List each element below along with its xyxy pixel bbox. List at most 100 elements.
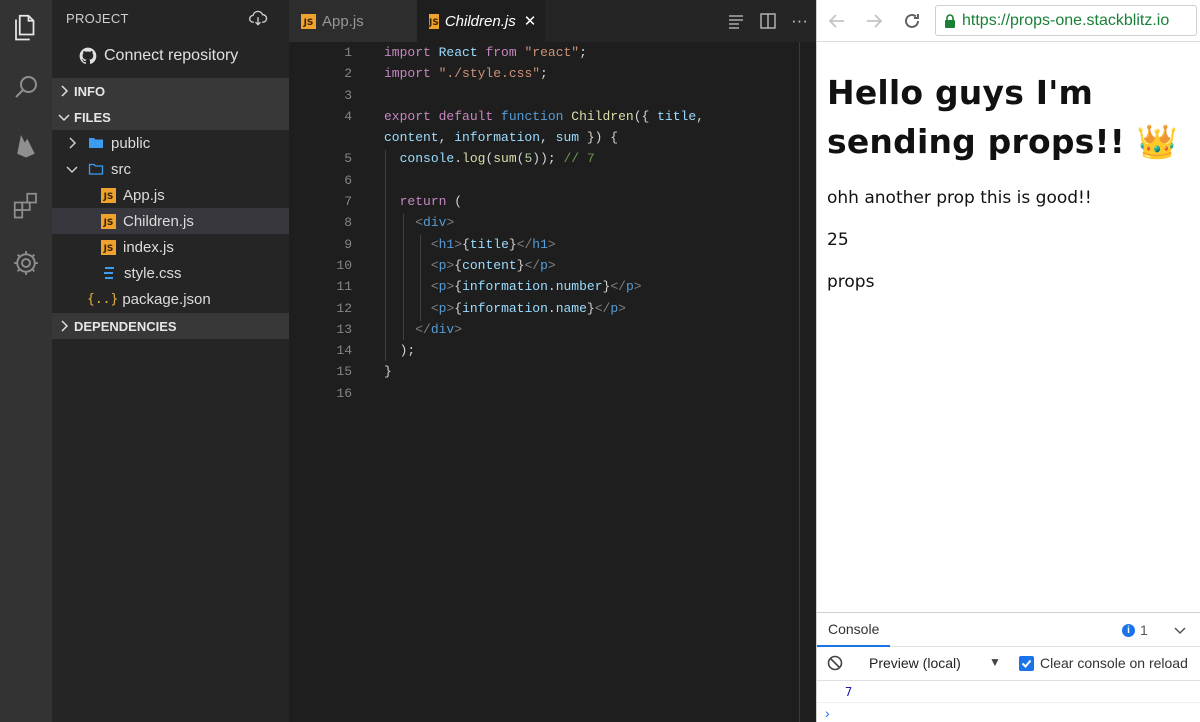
split-editor-icon[interactable] — [759, 12, 777, 30]
settings-gear-icon[interactable] — [0, 240, 52, 286]
collapse-console-icon[interactable] — [1172, 622, 1188, 643]
code-line: 10 <p>{content}</p> — [289, 255, 816, 276]
tree-item-label: public — [111, 134, 151, 152]
url-host: props-one.stackblitz.io — [1010, 11, 1170, 29]
context-selector[interactable]: Preview (local) — [869, 655, 961, 671]
reload-icon[interactable] — [900, 9, 924, 33]
code-line: 7 return ( — [289, 191, 816, 212]
code-line: 11 <p>{information.number}</p> — [289, 276, 816, 297]
tree-item-index-js[interactable]: JS index.js — [52, 234, 289, 260]
sidebar: PROJECT Connect repository INFO FILES pu… — [52, 0, 289, 722]
clear-on-reload-checkbox[interactable]: Clear console on reload — [1019, 655, 1188, 671]
tree-item-app-js[interactable]: JS App.js — [52, 182, 289, 208]
code-line-text: <p>{content}</p> — [430, 257, 556, 273]
connect-repository-label: Connect repository — [104, 47, 239, 64]
editor-scrollbar[interactable] — [799, 42, 800, 722]
code-line: 16 — [289, 383, 816, 404]
message-count[interactable]: i 1 — [1122, 622, 1148, 638]
tab-label: App.js — [322, 12, 364, 30]
js-file-icon: JS — [101, 213, 116, 229]
code-line-text: import "./style.css"; — [384, 66, 548, 82]
clear-console-icon[interactable] — [827, 655, 843, 676]
tree-item-style-css[interactable]: style.css — [52, 260, 289, 286]
code-line: 5 console.log(sum(5)); // 7 — [289, 148, 816, 169]
line-number: 5 — [344, 151, 352, 167]
tree-item-package-json[interactable]: {..} package.json — [52, 286, 289, 312]
github-icon — [79, 47, 97, 64]
code-line-text: <h1>{title}</h1> — [430, 236, 556, 252]
code-line: 12 <p>{information.name}</p> — [289, 298, 816, 319]
section-info-label: INFO — [74, 83, 106, 99]
code-editor: JS App.js JS Children.js ✕ ··· 1 import R… — [289, 0, 816, 722]
tree-item-children-js[interactable]: JS Children.js — [52, 208, 289, 234]
tab-app-js[interactable]: JS App.js — [289, 0, 417, 42]
context-dropdown-icon[interactable]: ▼ — [989, 655, 1001, 669]
code-line-text: } — [384, 364, 392, 380]
extensions-icon[interactable] — [0, 182, 52, 228]
section-info[interactable]: INFO — [52, 78, 289, 104]
url-scheme: https:// — [962, 11, 1011, 29]
more-actions-icon[interactable]: ··· — [791, 11, 808, 31]
line-number: 16 — [336, 385, 352, 401]
section-files[interactable]: FILES — [52, 104, 289, 130]
code-area[interactable]: 1 import React from "react"; 2 import "./s… — [289, 42, 816, 404]
line-number: 7 — [344, 194, 352, 210]
code-line: 14 ); — [289, 340, 816, 361]
line-number: 11 — [336, 279, 352, 295]
code-line: 13 </div> — [289, 319, 816, 340]
line-number: 1 — [344, 45, 352, 60]
section-dependencies[interactable]: DEPENDENCIES — [52, 313, 289, 339]
chevron-down-icon — [66, 166, 78, 174]
json-file-icon: {..} — [87, 291, 119, 307]
format-lines-icon[interactable] — [727, 12, 745, 30]
code-line-text: return ( — [399, 194, 463, 210]
project-title: PROJECT — [66, 10, 129, 26]
line-number: 12 — [336, 300, 352, 316]
forward-arrow-icon[interactable] — [862, 9, 886, 33]
code-line: 15} — [289, 361, 816, 382]
tab-children-js[interactable]: JS Children.js ✕ — [417, 0, 545, 42]
code-line: 4 export default function Children({ titl… — [289, 106, 816, 127]
code-line-text: import React from "react"; — [384, 45, 587, 60]
console-prompt[interactable]: › — [817, 703, 1200, 722]
tab-console[interactable]: Console — [817, 613, 891, 647]
line-number: 10 — [336, 257, 352, 273]
firebase-icon[interactable] — [0, 122, 52, 168]
console-tab-bar: Console i 1 — [817, 613, 1200, 647]
editor-actions: ··· — [727, 0, 808, 42]
tree-item-public[interactable]: public — [52, 130, 289, 156]
code-line: 1 import React from "react"; — [289, 42, 816, 63]
editor-tabs: JS App.js JS Children.js ✕ ··· — [289, 0, 816, 42]
code-line-text: console.log(sum(5)); // 7 — [399, 151, 595, 167]
code-line-text: </div> — [415, 321, 463, 337]
code-line: 2 import "./style.css"; — [289, 63, 816, 84]
preview-pane: https://props-one.stackblitz.io Hello gu… — [816, 0, 1200, 722]
checkbox-checked-icon — [1019, 655, 1034, 671]
section-dependencies-label: DEPENDENCIES — [74, 318, 177, 334]
sidebar-header: PROJECT — [52, 0, 289, 36]
tree-item-src[interactable]: src — [52, 156, 289, 182]
chevron-right-icon — [69, 137, 77, 149]
cloud-download-icon[interactable] — [248, 8, 268, 28]
search-icon[interactable] — [0, 64, 52, 110]
connect-repository-button[interactable]: Connect repository — [52, 36, 289, 76]
code-line: 6 — [289, 170, 816, 191]
section-files-label: FILES — [74, 109, 111, 125]
console-panel: Console i 1 Preview (local) ▼ Clear cons… — [817, 612, 1200, 722]
code-line-text: <div> — [415, 215, 455, 231]
explorer-icon[interactable] — [0, 4, 52, 50]
code-line: 3 — [289, 85, 816, 106]
code-line-text: export default function Children({ title… — [384, 108, 704, 124]
address-bar[interactable]: https://props-one.stackblitz.io — [935, 5, 1197, 36]
folder-open-icon — [88, 163, 104, 175]
js-file-icon: JS — [301, 13, 316, 29]
close-tab-icon[interactable]: ✕ — [524, 12, 537, 30]
back-arrow-icon[interactable] — [825, 9, 849, 33]
rendered-page: Hello guys I'm sending props!! 👑 ohh ano… — [817, 42, 1200, 292]
console-toolbar: Preview (local) ▼ Clear console on reloa… — [817, 647, 1200, 681]
line-number: 15 — [336, 364, 352, 380]
line-number: 4 — [344, 108, 352, 124]
code-line-text: <p>{information.name}</p> — [430, 300, 626, 316]
page-content-paragraph: ohh another prop this is good!! — [827, 188, 1092, 208]
code-line: 8 <div> — [289, 212, 816, 233]
